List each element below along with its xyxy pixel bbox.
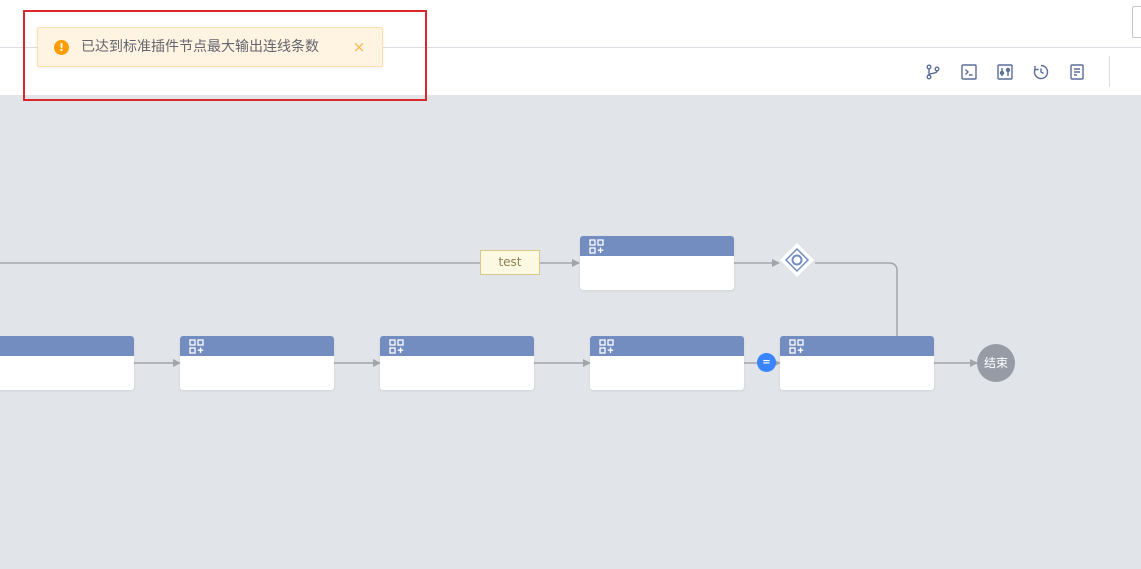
branch-condition-label[interactable]: test [480,250,540,275]
end-node[interactable]: 结束 [977,344,1015,382]
node-header [0,336,134,356]
branch-icon[interactable] [923,62,943,82]
task-node-3[interactable] [380,336,534,390]
plugin-icon [589,239,604,254]
plugin-icon [189,339,204,354]
edge-link-marker[interactable]: = [757,353,776,372]
document-icon[interactable] [1067,62,1087,82]
flow-edges [0,259,978,367]
header-right-button[interactable] [1132,6,1141,38]
node-header [780,336,934,356]
task-node-1[interactable] [0,336,134,390]
task-node-4[interactable] [590,336,744,390]
warning-icon: ! [54,40,69,55]
terminal-icon[interactable] [959,62,979,82]
converge-gateway[interactable] [779,242,815,278]
history-icon[interactable] [1031,62,1051,82]
warning-notification: ! 已达到标准插件节点最大输出连线条数 × [37,27,383,67]
plugin-icon [599,339,614,354]
node-header [590,336,744,356]
close-icon[interactable]: × [352,37,366,57]
notification-message: 已达到标准插件节点最大输出连线条数 [81,39,319,55]
node-header [180,336,334,356]
toolbar-divider [1109,56,1110,87]
task-node-5[interactable] [780,336,934,390]
plugin-icon [389,339,404,354]
node-header [380,336,534,356]
variable-settings-icon[interactable] [995,62,1015,82]
edge-gateway-to-last-node [815,262,898,336]
plugin-icon [789,339,804,354]
task-node-2[interactable] [180,336,334,390]
flow-canvas[interactable]: test = 结束 [0,95,1141,569]
node-header [580,236,734,256]
task-node-upper[interactable] [580,236,734,290]
gateway-diamond-icon [780,243,814,277]
